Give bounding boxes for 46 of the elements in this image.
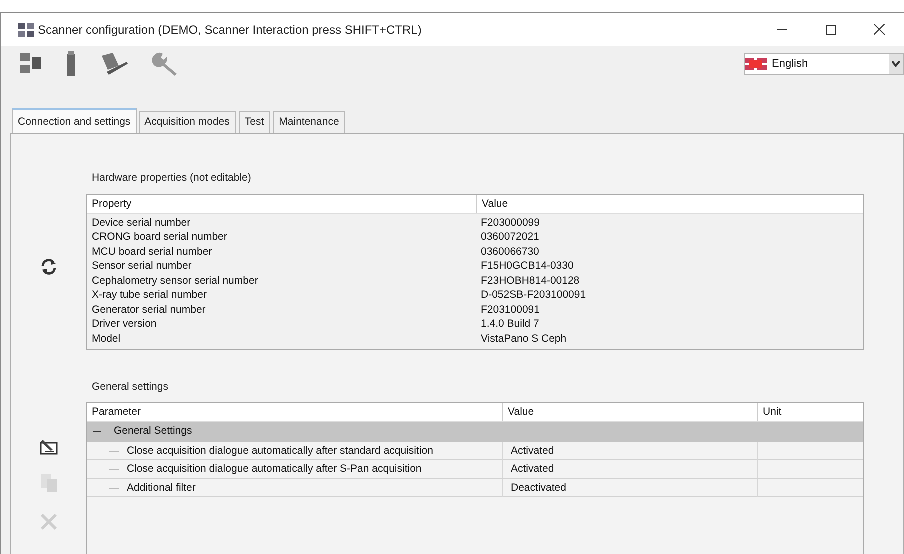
column-header: Property	[91, 196, 133, 212]
table-cell-text: D-052SB-F203100091	[480, 288, 588, 303]
table-cell-text: VistaPano S Ceph	[480, 332, 568, 346]
table-cell-text: Cephalometry sensor serial number	[91, 274, 260, 288]
column-header: Value	[502, 402, 757, 420]
table-cell-text: 0360066730	[480, 244, 540, 260]
tab[interactable]: Maintenance	[273, 111, 346, 133]
tab[interactable]: Test	[238, 111, 270, 133]
table-cell: Close acquisition dialogue automatically after S-Pan acquisition	[87, 460, 502, 478]
chevron-down-icon	[892, 61, 900, 67]
column-header: Parameter	[91, 404, 142, 420]
table-cell-text: F15H0GCB14-0330	[480, 259, 575, 274]
table-cell-text: 0360072021	[480, 230, 540, 245]
table-cell-text: Device serial number	[91, 216, 192, 230]
table-cell-text: MCU board serial number	[91, 244, 214, 260]
refresh-icon[interactable]	[40, 259, 56, 275]
edit-icon[interactable]	[38, 437, 58, 457]
column-header: Value	[476, 194, 863, 213]
table-cell-text: F203100091	[480, 302, 541, 318]
tab[interactable]: Connection and settings	[12, 108, 137, 133]
table-cell-text: Generator serial number	[91, 302, 207, 318]
table-cell: Additional filter	[87, 478, 502, 496]
table-cell-text: Sensor serial number	[91, 259, 193, 274]
device-icon[interactable]	[65, 50, 77, 78]
section-title: Hardware properties (not editable)	[92, 171, 252, 186]
column-header: Unit	[757, 402, 863, 420]
app-icon	[18, 22, 34, 36]
maximize-icon	[826, 24, 836, 34]
table-cell-text: Model	[91, 332, 122, 346]
table-cell-text: X-ray tube serial number	[91, 288, 208, 303]
window-title: Scanner configuration (DEMO, Scanner Interaction press SHIFT+CTRL)	[38, 22, 422, 38]
section-title: General settings	[92, 380, 170, 395]
table-cell: Close acquisition dialogue automatically after standard acquisition	[87, 442, 502, 460]
close-icon	[874, 24, 885, 35]
group-label: General Settings	[114, 424, 192, 439]
table-cell: Deactivated	[502, 478, 757, 496]
table-cell-text: Driver version	[91, 317, 158, 332]
table-cell-text: CRONG board serial number	[91, 230, 228, 245]
language-dropdown[interactable]: English	[744, 53, 904, 75]
table-cell-text: 1.4.0 Build 7	[480, 317, 540, 332]
table-cell: Activated	[502, 460, 757, 478]
table-cell-text: F203000099	[480, 216, 541, 230]
tab[interactable]: Acquisition modes	[138, 111, 236, 133]
table-cell-text: F23HOBH814-00128	[480, 274, 581, 288]
table-cell: Activated	[502, 442, 757, 460]
flag-icon	[745, 58, 767, 70]
